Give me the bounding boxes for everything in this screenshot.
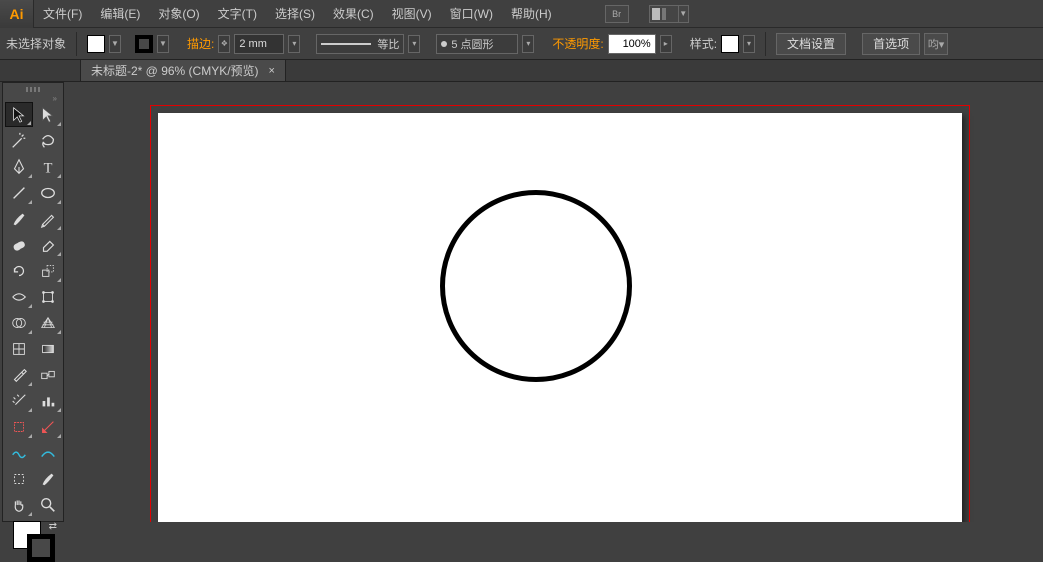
bridge-button[interactable]: Br (605, 5, 629, 23)
document-tab-title: 未标题-2* @ 96% (CMYK/预览) (91, 62, 259, 79)
ellipse-object[interactable] (440, 190, 632, 382)
menu-edit[interactable]: 编辑(E) (91, 0, 149, 27)
app-logo[interactable]: Ai (0, 0, 34, 28)
arrange-documents-dropdown[interactable]: ▼ (679, 5, 689, 23)
stroke-weight-stepper[interactable]: ❖ (218, 35, 230, 53)
style-dropdown[interactable]: ▾ (743, 35, 755, 53)
preferences-button[interactable]: 首选项 (862, 33, 920, 55)
brush-definition[interactable]: 5 点圆形 (436, 34, 518, 54)
menu-items: 文件(F) 编辑(E) 对象(O) 文字(T) 选择(S) 效果(C) 视图(V… (34, 0, 561, 27)
style-label: 样式: (690, 35, 717, 52)
arrange-documents-button[interactable] (649, 5, 679, 23)
selection-status: 未选择对象 (6, 35, 66, 52)
menu-file[interactable]: 文件(F) (34, 0, 91, 27)
brush-dropdown[interactable]: ▾ (522, 35, 534, 53)
brush-dot-icon (441, 41, 447, 47)
swap-fill-stroke-icon[interactable]: ⇄ (49, 521, 57, 532)
stroke-weight-field[interactable]: 2 mm (234, 34, 284, 54)
control-bar: 未选择对象 ▼ ▼ 描边: ❖ 2 mm ▾ 等比 ▾ 5 点圆形 ▾ 不透明度… (0, 28, 1043, 60)
opacity-field[interactable]: 100% (608, 34, 656, 54)
align-panel-icon[interactable]: 呁▾ (924, 33, 948, 55)
stroke-swatch-dropdown[interactable]: ▼ (157, 35, 169, 53)
document-tab-close-icon[interactable]: × (269, 65, 275, 77)
stroke-swatch[interactable] (135, 35, 153, 53)
menu-select[interactable]: 选择(S) (266, 0, 324, 27)
document-tab-row: 未标题-2* @ 96% (CMYK/预览) × (0, 60, 1043, 82)
menu-view[interactable]: 视图(V) (383, 0, 441, 27)
opacity-label[interactable]: 不透明度: (552, 35, 603, 52)
menu-effect[interactable]: 效果(C) (324, 0, 383, 27)
profile-label: 等比 (377, 36, 399, 52)
workspace (0, 82, 1043, 522)
fill-swatch[interactable] (87, 35, 105, 53)
stroke-label[interactable]: 描边: (187, 35, 214, 52)
menu-type[interactable]: 文字(T) (209, 0, 266, 27)
menubar: Ai 文件(F) 编辑(E) 对象(O) 文字(T) 选择(S) 效果(C) 视… (0, 0, 1043, 28)
stroke-color-box[interactable] (27, 534, 55, 562)
stroke-weight-dropdown[interactable]: ▾ (288, 35, 300, 53)
menu-window[interactable]: 窗口(W) (441, 0, 502, 27)
brush-label: 5 点圆形 (451, 36, 493, 52)
graphic-style-swatch[interactable] (721, 35, 739, 53)
document-tab[interactable]: 未标题-2* @ 96% (CMYK/预览) × (80, 59, 286, 81)
fill-swatch-dropdown[interactable]: ▼ (109, 35, 121, 53)
document-setup-button[interactable]: 文档设置 (776, 33, 846, 55)
menu-object[interactable]: 对象(O) (149, 0, 208, 27)
menu-help[interactable]: 帮助(H) (502, 0, 561, 27)
canvas-area[interactable] (70, 82, 1043, 522)
profile-dropdown[interactable]: ▾ (408, 35, 420, 53)
opacity-dropdown[interactable]: ▸ (660, 35, 672, 53)
variable-width-profile[interactable]: 等比 (316, 34, 404, 54)
